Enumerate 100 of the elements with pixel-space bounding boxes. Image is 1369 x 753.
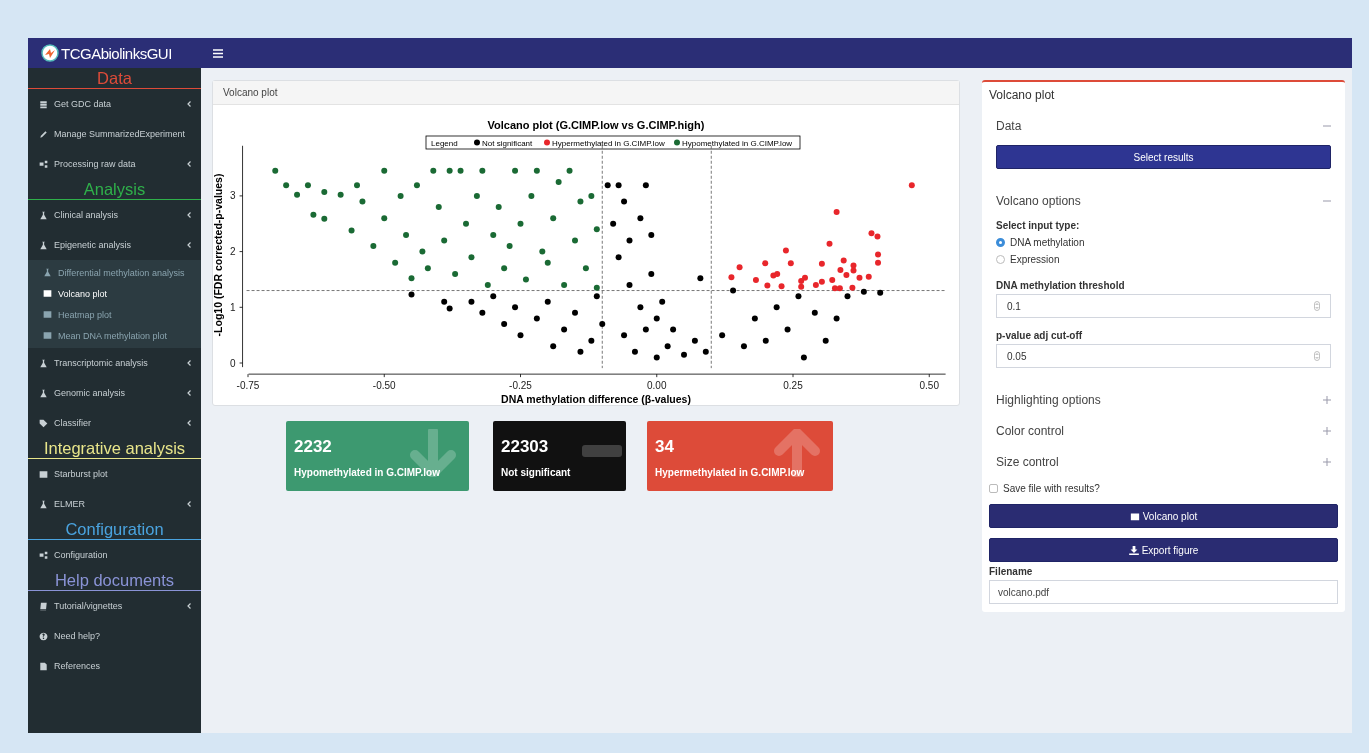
- y-axis: 0 1 2 3: [230, 145, 243, 369]
- collapsible-header[interactable]: Highlighting options: [996, 384, 1331, 415]
- data-point: [452, 270, 459, 277]
- data-point: [621, 332, 628, 339]
- data-point: [463, 220, 469, 227]
- sidebar-item[interactable]: ELMER: [28, 489, 201, 519]
- radio-button[interactable]: [996, 238, 1005, 247]
- data-point: [642, 326, 649, 333]
- data-point: [728, 274, 735, 281]
- submenu-item[interactable]: Mean DNA methylation plot: [28, 325, 201, 346]
- data-point: [764, 282, 771, 289]
- sidebar-item[interactable]: Epigenetic analysis: [28, 230, 201, 260]
- sidebar-item[interactable]: Tutorial/vignettes: [28, 591, 201, 621]
- data-point: [648, 270, 655, 277]
- data-point: [544, 259, 551, 266]
- collapsible-header[interactable]: Color control: [996, 415, 1331, 446]
- collapsible-header[interactable]: Size control: [996, 446, 1331, 477]
- sidebar-item[interactable]: Get GDC data: [28, 89, 201, 119]
- data-point: [490, 293, 497, 300]
- sidebar-section-title: Help documents: [28, 570, 201, 591]
- sidebar-item[interactable]: Starburst plot: [28, 459, 201, 489]
- data-point: [784, 326, 791, 333]
- data-point: [752, 277, 759, 283]
- spinner-icon[interactable]: [1314, 301, 1320, 311]
- data-point: [800, 354, 807, 361]
- sidebar-item[interactable]: Clinical analysis: [28, 200, 201, 230]
- sidebar-item[interactable]: Genomic analysis: [28, 378, 201, 408]
- number-input[interactable]: 0.1: [996, 294, 1331, 318]
- legend-label: Not significant: [482, 139, 534, 148]
- submenu-item[interactable]: Heatmap plot: [28, 304, 201, 325]
- data-point: [522, 276, 529, 283]
- data-point: [446, 167, 453, 174]
- data-point: [473, 192, 480, 199]
- select-results-button[interactable]: Select results: [996, 145, 1331, 169]
- expand-icon[interactable]: [1323, 457, 1331, 466]
- x-tick-label: -0.75: [236, 380, 260, 391]
- minus-icon: [582, 445, 622, 457]
- menu-item-icon: [39, 418, 48, 428]
- data-point: [544, 298, 551, 305]
- checkbox[interactable]: [989, 484, 998, 493]
- download-icon: [1128, 545, 1139, 555]
- submenu-item[interactable]: Differential methylation analysis: [28, 262, 201, 283]
- data-point: [833, 209, 840, 216]
- data-point: [582, 265, 589, 272]
- spinner-icon[interactable]: [1314, 351, 1320, 361]
- data-point: [397, 192, 404, 199]
- data-point: [501, 265, 508, 272]
- collapsible-header[interactable]: Volcano options: [996, 185, 1331, 216]
- menu-item-icon: [39, 129, 48, 139]
- data-point: [528, 192, 535, 199]
- menu-icon[interactable]: [213, 48, 223, 58]
- export-figure-button[interactable]: Export figure: [989, 538, 1338, 562]
- sidebar-item[interactable]: Transcriptomic analysis: [28, 348, 201, 378]
- menu-item-icon: [39, 210, 48, 220]
- data-point: [533, 315, 540, 322]
- sidebar-item[interactable]: Manage SummarizedExperiment: [28, 119, 201, 149]
- expand-icon[interactable]: [1323, 395, 1331, 404]
- filename-input[interactable]: volcano.pdf: [989, 580, 1338, 604]
- y-tick-label: 0: [229, 357, 236, 369]
- x-axis-label: DNA methylation difference (β-values): [501, 393, 691, 405]
- data-point: [457, 167, 464, 174]
- data-point: [659, 298, 666, 305]
- data-point: [321, 189, 328, 195]
- data-point: [833, 315, 840, 322]
- data-point: [626, 237, 633, 244]
- data-point: [610, 220, 617, 227]
- data-point: [719, 332, 726, 339]
- section-title: Data: [996, 118, 1022, 133]
- data-point: [572, 309, 578, 316]
- data-point: [495, 204, 502, 211]
- number-input[interactable]: 0.05: [996, 344, 1331, 368]
- collapsible-header[interactable]: Data: [996, 110, 1331, 141]
- data-point: [468, 298, 475, 305]
- radio-label: Expression: [1010, 254, 1060, 265]
- sidebar-item[interactable]: References: [28, 651, 201, 681]
- sidebar-item[interactable]: Configuration: [28, 540, 201, 570]
- data-point: [604, 182, 611, 189]
- menu-item-icon: [39, 240, 48, 250]
- data-point: [762, 260, 769, 267]
- data-point: [762, 337, 769, 344]
- data-point: [818, 260, 825, 267]
- y-tick-label: 1: [229, 301, 236, 313]
- sidebar-section-title: Data: [28, 68, 201, 89]
- data-point: [381, 167, 388, 174]
- data-point: [484, 282, 491, 288]
- field-label: Select input type:: [996, 220, 1081, 231]
- submenu-item[interactable]: Volcano plot: [28, 283, 201, 304]
- expand-icon[interactable]: [1323, 426, 1331, 435]
- x-tick-label: -0.50: [372, 380, 397, 391]
- sidebar-item[interactable]: Processing raw data: [28, 149, 201, 179]
- volcano-plot-button[interactable]: Volcano plot: [989, 504, 1338, 528]
- data-point: [648, 231, 655, 238]
- data-point: [321, 215, 328, 222]
- section-title: Volcano options: [996, 193, 1081, 208]
- sidebar-item[interactable]: Classifier: [28, 408, 201, 438]
- menu-item-icon: [39, 99, 48, 109]
- data-point: [577, 348, 584, 355]
- image-icon: [1129, 511, 1140, 521]
- data-point: [304, 182, 311, 189]
- sidebar-item[interactable]: Need help?: [28, 621, 201, 651]
